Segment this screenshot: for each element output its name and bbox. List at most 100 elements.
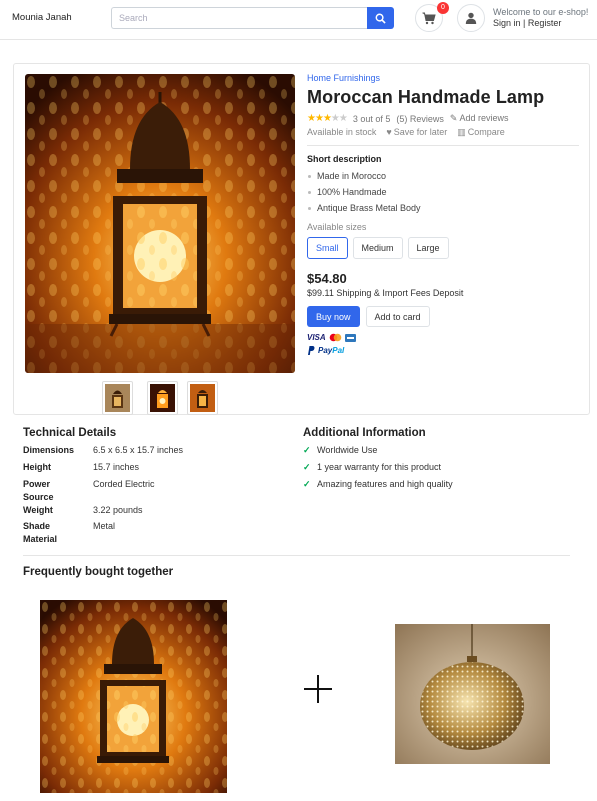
spec-key: Height xyxy=(23,462,51,472)
details-section: Technical Details Dimensions 6.5 x 6.5 x… xyxy=(13,418,590,801)
product-info: Home Furnishings Moroccan Handmade Lamp … xyxy=(307,73,579,355)
check-icon: ✓ xyxy=(303,462,311,472)
rating-row: ★★★★★ 3 out of 5 (5) Reviews ✎ Add revie… xyxy=(307,113,579,124)
paypal-pay: Pay xyxy=(318,346,333,355)
top-header: Mounia Janah 0 Welcome to our e-shop! Si… xyxy=(0,0,597,40)
spec-key: Shade Material xyxy=(23,521,58,544)
user-icon xyxy=(465,12,477,24)
book-icon: ▥ xyxy=(457,127,466,137)
list-item: 100% Handmade xyxy=(307,184,579,200)
size-small-button[interactable]: Small xyxy=(307,237,348,259)
pendant-lamp-photo xyxy=(395,624,550,764)
rating-stars: ★★★★★ xyxy=(307,113,348,124)
payment-methods: VISA xyxy=(307,333,579,342)
price: $54.80 xyxy=(307,271,347,286)
save-later-link[interactable]: ♥ Save for later xyxy=(386,127,447,138)
paypal-icon xyxy=(308,346,315,355)
thumbnail-1[interactable] xyxy=(102,381,133,415)
additional-information-list: ✓ Worldwide Use ✓ 1 year warranty for this… xyxy=(303,442,573,493)
table-row: Weight 3.22 pounds xyxy=(23,504,293,520)
divider xyxy=(23,555,570,556)
table-row: Height 15.7 inches xyxy=(23,461,293,478)
check-icon: ✓ xyxy=(303,479,311,489)
brand-name[interactable]: Mounia Janah xyxy=(12,12,72,23)
star-icon: ★ xyxy=(322,113,332,124)
table-row: Dimensions 6.5 x 6.5 x 15.7 inches xyxy=(23,444,293,461)
add-reviews-label: Add reviews xyxy=(459,113,509,123)
search-bar xyxy=(111,7,394,29)
search-button[interactable] xyxy=(367,7,394,29)
technical-details-title: Technical Details xyxy=(23,427,117,439)
shipping-fees: $99.11 Shipping & Import Fees Deposit xyxy=(307,288,464,298)
stock-row: Available in stock ♥ Save for later ▥ Comp… xyxy=(307,127,579,138)
star-empty-icon: ★ xyxy=(330,113,340,124)
lamp-photo xyxy=(40,600,227,793)
short-description-title: Short description xyxy=(307,154,382,164)
cart-icon xyxy=(422,12,436,24)
check-icon: ✓ xyxy=(303,445,311,455)
short-description-list: Made in Morocco 100% Handmade Antique Br… xyxy=(307,168,579,216)
availability-text: Available in stock xyxy=(307,127,377,137)
thumbnail-2[interactable] xyxy=(147,381,178,415)
additional-information: Additional Information ✓ Worldwide Use ✓ 1… xyxy=(303,427,573,493)
spec-value: Corded Electric xyxy=(93,479,155,489)
add-reviews-link[interactable]: ✎ Add reviews xyxy=(450,113,509,124)
technical-details: Technical Details Dimensions 6.5 x 6.5 x… xyxy=(23,427,293,546)
product-main-image[interactable] xyxy=(25,74,295,373)
pencil-icon: ✎ xyxy=(449,113,458,123)
list-item: ✓ Worldwide Use xyxy=(303,442,573,459)
table-row: Shade Material Metal xyxy=(23,520,293,546)
list-item-label: Worldwide Use xyxy=(317,445,378,455)
welcome-text: Welcome to our e-shop! xyxy=(493,7,589,17)
list-item: Antique Brass Metal Body xyxy=(307,200,579,216)
spec-value: 15.7 inches xyxy=(93,462,140,472)
table-row: Power Source Corded Electric xyxy=(23,478,293,504)
thumbnail-image xyxy=(190,384,215,412)
list-item: ✓ Amazing features and high quality xyxy=(303,476,573,493)
fbt-product-image-1[interactable] xyxy=(40,600,227,793)
rating-text: 3 out of 5 xyxy=(352,113,391,124)
star-icon: ★ xyxy=(314,113,324,124)
spec-value: 6.5 x 6.5 x 15.7 inches xyxy=(93,445,184,455)
spec-value: 3.22 pounds xyxy=(93,505,143,515)
cart-count-badge: 0 xyxy=(437,2,449,14)
action-buttons: Buy now Add to card xyxy=(307,306,579,327)
thumbnail-image xyxy=(105,384,130,412)
spec-key: Dimensions xyxy=(23,445,75,455)
search-input[interactable] xyxy=(111,7,367,29)
heart-icon: ♥ xyxy=(386,127,392,137)
fbt-product-image-2[interactable] xyxy=(395,624,550,764)
list-item: Made in Morocco xyxy=(307,168,579,184)
add-to-cart-button[interactable]: Add to card xyxy=(365,306,430,327)
thumbnail-3[interactable] xyxy=(187,381,218,415)
category-link[interactable]: Home Furnishings xyxy=(307,73,579,83)
buy-now-button[interactable]: Buy now xyxy=(307,306,360,327)
list-item-label: Amazing features and high quality xyxy=(317,479,453,489)
size-options: Small Medium Large xyxy=(307,237,579,259)
star-empty-icon: ★ xyxy=(338,113,348,124)
account-button[interactable] xyxy=(457,4,485,32)
frequently-bought-title: Frequently bought together xyxy=(23,566,174,578)
lamp-photo xyxy=(25,74,295,373)
list-item: ✓ 1 year warranty for this product xyxy=(303,459,573,476)
paypal-pal: Pal xyxy=(332,346,345,355)
welcome-block: Welcome to our e-shop! Sign in | Registe… xyxy=(493,7,588,29)
reviews-count[interactable]: (5) Reviews xyxy=(396,114,444,124)
divider xyxy=(307,145,579,146)
spec-key: Power Source xyxy=(23,479,54,502)
star-icon: ★ xyxy=(307,113,316,124)
paypal-logo: PayPal xyxy=(307,346,579,355)
amex-icon xyxy=(344,333,356,342)
visa-logo: VISA xyxy=(307,333,326,342)
auth-links[interactable]: Sign in | Register xyxy=(493,18,588,29)
size-medium-button[interactable]: Medium xyxy=(352,237,403,259)
search-icon xyxy=(375,13,386,24)
plus-icon xyxy=(302,673,334,707)
list-item-label: 1 year warranty for this product xyxy=(317,462,442,472)
additional-information-title: Additional Information xyxy=(303,427,426,439)
compare-link[interactable]: ▥ Compare xyxy=(457,127,505,138)
size-large-button[interactable]: Large xyxy=(407,237,449,259)
product-title: Moroccan Handmade Lamp xyxy=(307,87,545,107)
spec-key: Weight xyxy=(23,505,53,515)
compare-label: Compare xyxy=(467,127,505,137)
